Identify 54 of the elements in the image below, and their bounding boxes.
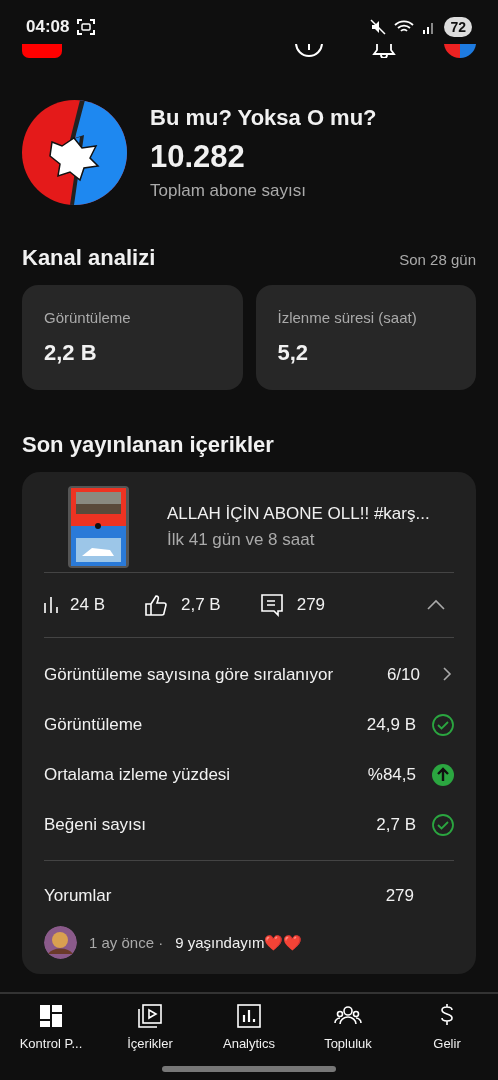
stat-value: 24 B bbox=[70, 595, 105, 615]
mute-icon bbox=[370, 19, 387, 35]
bell-icon[interactable] bbox=[372, 44, 396, 58]
battery-level: 72 bbox=[444, 17, 472, 37]
screenshot-icon bbox=[77, 19, 96, 35]
commenter-avatar bbox=[44, 926, 77, 959]
views-icon bbox=[44, 596, 58, 614]
metric-card[interactable]: Görüntüleme 2,2 B bbox=[22, 285, 243, 390]
metric-card[interactable]: İzlenme süresi (saat) 5,2 bbox=[255, 285, 476, 390]
stat-value: 279 bbox=[296, 595, 326, 615]
subscriber-label: Toplam abone sayısı bbox=[150, 180, 307, 201]
metric-label: Görüntüleme sayısına göre sıralanıyor bbox=[44, 665, 335, 685]
metric-label: Görüntüleme bbox=[44, 715, 144, 735]
comments-label: Yorumlar bbox=[44, 886, 112, 906]
metric-label: Ortalama izleme yüzdesi bbox=[44, 765, 232, 785]
check-circle-icon bbox=[432, 814, 454, 836]
video-age: İlk 41 gün ve 8 saat bbox=[167, 530, 316, 550]
arrow-up-circle-icon bbox=[432, 764, 454, 786]
card-label: Görüntüleme bbox=[44, 309, 132, 326]
comments-count: 279 bbox=[385, 886, 414, 906]
section-title: Kanal analizi bbox=[22, 245, 156, 271]
video-library-icon bbox=[136, 1002, 164, 1030]
collapse-icon[interactable] bbox=[426, 599, 446, 611]
nav-tab[interactable]: İçerikler bbox=[105, 1002, 195, 1080]
dashboard-icon bbox=[37, 1002, 65, 1030]
thumbs-up-icon bbox=[143, 593, 169, 617]
metric-value: 2,7 B bbox=[376, 815, 416, 835]
period-label: Son 28 gün bbox=[399, 251, 476, 268]
account-avatar[interactable] bbox=[444, 44, 476, 58]
nav-tab[interactable]: Analytics bbox=[204, 1002, 294, 1080]
section-title: Son yayınlanan içerikler bbox=[22, 432, 274, 458]
video-title[interactable]: ALLAH İÇİN ABONE OLL!! #karş... bbox=[167, 504, 430, 524]
video-card[interactable] bbox=[22, 472, 476, 974]
logo-icon bbox=[22, 44, 62, 58]
bar-chart-icon bbox=[235, 1002, 263, 1030]
card-value: 2,2 B bbox=[44, 340, 98, 366]
metric-value: 24,9 B bbox=[366, 715, 416, 735]
nav-tab[interactable]: Gelir bbox=[402, 1002, 492, 1080]
metric-value: 6/10 bbox=[386, 665, 420, 685]
clock-time: 04:08 bbox=[26, 17, 70, 37]
comment-icon bbox=[258, 593, 285, 617]
stat-value: 2,7 B bbox=[181, 595, 221, 615]
subscriber-count: 10.282 bbox=[150, 138, 246, 175]
create-icon[interactable] bbox=[294, 44, 324, 58]
card-label: İzlenme süresi (saat) bbox=[277, 309, 418, 326]
metric-label: Beğeni sayısı bbox=[44, 815, 148, 835]
check-circle-icon bbox=[432, 714, 454, 736]
comment-time: 1 ay önce · bbox=[89, 934, 164, 951]
nav-tab[interactable]: Kontrol P... bbox=[6, 1002, 96, 1080]
channel-name: Bu mu? Yoksa O mu? bbox=[150, 104, 377, 131]
nav-tab[interactable]: Topluluk bbox=[303, 1002, 393, 1080]
card-value: 5,2 bbox=[277, 340, 310, 366]
metric-value: %84,5 bbox=[367, 765, 416, 785]
comment-text: 9 yaşındayım❤❤ bbox=[175, 933, 303, 952]
